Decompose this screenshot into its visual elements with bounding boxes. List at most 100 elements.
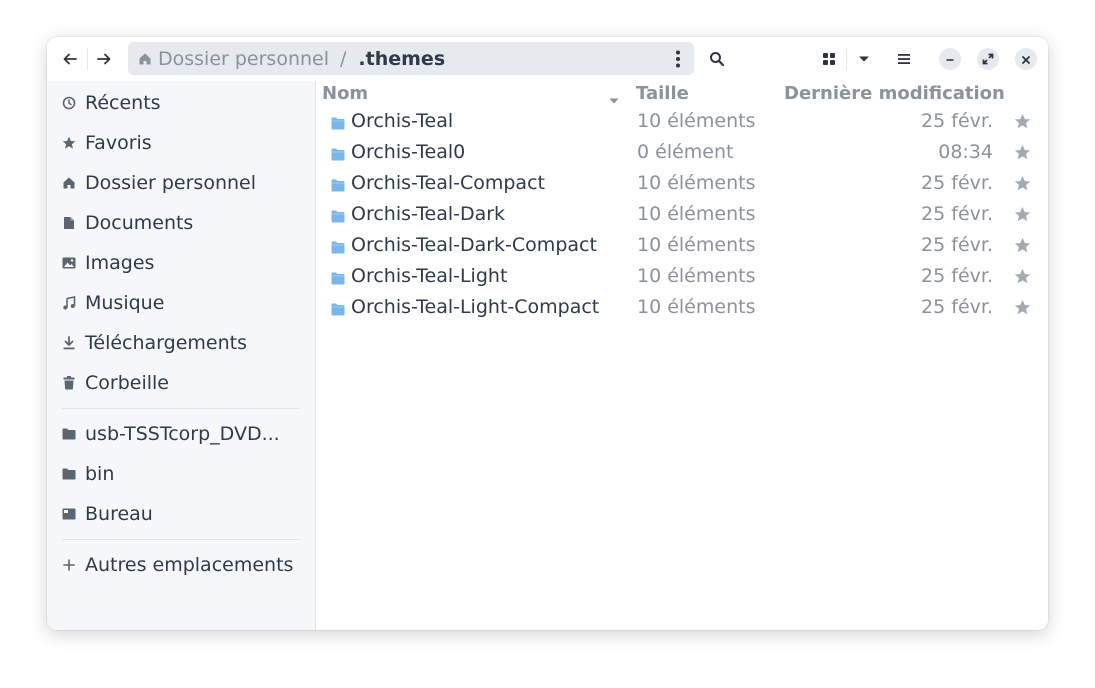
star-icon xyxy=(62,136,76,150)
arrow-left-icon xyxy=(62,51,78,67)
folder-icon xyxy=(331,270,345,285)
document-icon xyxy=(62,216,76,230)
file-modified: 25 févr. xyxy=(921,296,993,318)
folder-icon xyxy=(331,146,345,161)
file-modified: 08:34 xyxy=(938,141,993,163)
back-button[interactable] xyxy=(57,44,83,74)
sidebar-separator xyxy=(62,539,299,540)
nav-separator xyxy=(87,48,88,70)
file-name: Orchis-Teal-Compact xyxy=(351,172,545,194)
file-modified: 25 févr. xyxy=(921,265,993,287)
music-icon xyxy=(62,296,76,310)
file-row[interactable]: Orchis-Teal-Dark 10 éléments 25 févr. xyxy=(316,200,1048,231)
path-segment-current[interactable]: .themes xyxy=(358,48,445,70)
star-icon[interactable] xyxy=(1013,143,1031,161)
file-size: 10 éléments xyxy=(637,296,756,318)
download-icon xyxy=(62,336,76,350)
sidebar: Récents Favoris Dossier personnel Docume… xyxy=(47,81,316,630)
file-size: 10 éléments xyxy=(637,172,756,194)
sidebar-item-label: Documents xyxy=(85,212,194,234)
folder-icon xyxy=(62,467,76,481)
star-icon[interactable] xyxy=(1013,205,1031,223)
sidebar-item-label: Musique xyxy=(85,292,165,314)
search-button[interactable] xyxy=(703,44,731,74)
file-modified: 25 févr. xyxy=(921,203,993,225)
sidebar-item-label: usb-TSSTcorp_DVD... xyxy=(85,423,280,445)
path-separator: / xyxy=(340,47,347,70)
file-size: 0 élément xyxy=(637,141,734,163)
forward-button[interactable] xyxy=(91,44,117,74)
path-bar[interactable]: Dossier personnel / .themes xyxy=(128,42,694,75)
file-row[interactable]: Orchis-Teal-Dark-Compact 10 éléments 25 fé… xyxy=(316,231,1048,262)
folder-icon xyxy=(331,208,345,223)
star-icon[interactable] xyxy=(1013,174,1031,192)
sidebar-item-desktop[interactable]: Bureau xyxy=(47,495,315,533)
minimize-button[interactable] xyxy=(939,48,961,70)
sidebar-item-favorites[interactable]: Favoris xyxy=(47,124,315,162)
sidebar-item-music[interactable]: Musique xyxy=(47,284,315,322)
file-size: 10 éléments xyxy=(637,265,756,287)
file-size: 10 éléments xyxy=(637,110,756,132)
sidebar-item-label: Autres emplacements xyxy=(85,554,294,576)
file-name: Orchis-Teal xyxy=(351,110,454,132)
grid-view-icon xyxy=(823,53,835,65)
folder-icon xyxy=(331,301,345,316)
star-icon[interactable] xyxy=(1013,112,1031,130)
sidebar-item-home[interactable]: Dossier personnel xyxy=(47,164,315,202)
folder-icon xyxy=(331,177,345,192)
home-icon xyxy=(62,176,76,190)
sidebar-item-other-locations[interactable]: Autres emplacements xyxy=(47,546,315,584)
chevron-down-icon xyxy=(858,55,870,63)
sidebar-item-downloads[interactable]: Téléchargements xyxy=(47,324,315,362)
sidebar-item-documents[interactable]: Documents xyxy=(47,204,315,242)
folder-icon xyxy=(331,115,345,130)
file-modified: 25 févr. xyxy=(921,234,993,256)
file-name: Orchis-Teal0 xyxy=(351,141,466,163)
sort-descending-icon[interactable] xyxy=(609,89,619,108)
close-icon xyxy=(1021,50,1031,69)
grid-view-button[interactable] xyxy=(815,44,843,74)
image-icon xyxy=(62,256,76,270)
search-icon xyxy=(709,51,725,67)
file-size: 10 éléments xyxy=(637,234,756,256)
star-icon[interactable] xyxy=(1013,236,1031,254)
sidebar-item-usb-dvd[interactable]: usb-TSSTcorp_DVD... xyxy=(47,415,315,453)
folder-icon xyxy=(62,427,76,441)
main-menu-button[interactable] xyxy=(890,44,918,74)
view-options-dropdown[interactable] xyxy=(850,44,878,74)
file-modified: 25 févr. xyxy=(921,110,993,132)
file-modified: 25 févr. xyxy=(921,172,993,194)
file-row[interactable]: Orchis-Teal-Compact 10 éléments 25 févr. xyxy=(316,169,1048,200)
sidebar-item-label: Téléchargements xyxy=(85,332,247,354)
header-bar: Dossier personnel / .themes xyxy=(47,37,1048,81)
file-name: Orchis-Teal-Dark-Compact xyxy=(351,234,597,256)
file-row[interactable]: Orchis-Teal 10 éléments 25 févr. xyxy=(316,107,1048,138)
file-list-view: Nom Taille Dernière modification Orchis-… xyxy=(316,81,1048,630)
sidebar-item-images[interactable]: Images xyxy=(47,244,315,282)
sidebar-item-bin[interactable]: bin xyxy=(47,455,315,493)
file-row[interactable]: Orchis-Teal-Light 10 éléments 25 févr. xyxy=(316,262,1048,293)
column-header-size[interactable]: Taille xyxy=(636,83,689,104)
sidebar-item-recents[interactable]: Récents xyxy=(47,84,315,122)
file-size: 10 éléments xyxy=(637,203,756,225)
maximize-icon xyxy=(982,50,994,69)
sidebar-item-trash[interactable]: Corbeille xyxy=(47,364,315,402)
file-row[interactable]: Orchis-Teal0 0 élément 08:34 xyxy=(316,138,1048,169)
file-row[interactable]: Orchis-Teal-Light-Compact 10 éléments 25 f… xyxy=(316,293,1048,324)
sidebar-item-label: Bureau xyxy=(85,503,153,525)
minimize-icon xyxy=(945,50,955,69)
column-header-modified[interactable]: Dernière modification xyxy=(784,83,1005,104)
path-segment-home[interactable]: Dossier personnel xyxy=(158,48,329,70)
vertical-dots-icon[interactable] xyxy=(668,47,688,71)
star-icon[interactable] xyxy=(1013,298,1031,316)
plus-icon xyxy=(62,558,76,572)
column-header-name[interactable]: Nom xyxy=(322,83,368,104)
sidebar-item-label: Images xyxy=(85,252,155,274)
folder-icon xyxy=(331,239,345,254)
clock-icon xyxy=(62,96,76,110)
close-button[interactable] xyxy=(1015,48,1037,70)
maximize-button[interactable] xyxy=(977,48,999,70)
star-icon[interactable] xyxy=(1013,267,1031,285)
sidebar-item-label: Corbeille xyxy=(85,372,169,394)
trash-icon xyxy=(62,376,76,390)
